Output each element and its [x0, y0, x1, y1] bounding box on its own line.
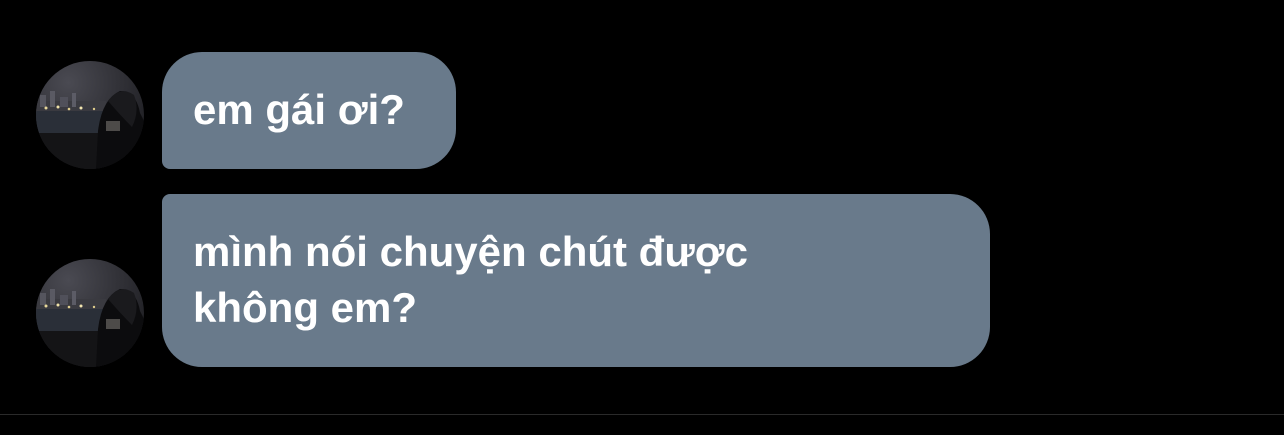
message-bubble[interactable]: em gái ơi? [162, 52, 456, 169]
message-text-line: không em? [193, 284, 418, 331]
contact-avatar-photo-icon [36, 61, 144, 169]
message-text-line: mình nói chuyện chút được [193, 228, 748, 275]
message-text-line: em gái ơi? [193, 86, 405, 133]
contact-avatar[interactable] [36, 259, 144, 367]
contact-avatar-photo-icon [36, 259, 144, 367]
message-bubble[interactable]: mình nói chuyện chút được không em? [162, 194, 990, 367]
bottom-bar [0, 415, 1284, 435]
chat-thread: em gái ơi? mình nói chuyện chút được khô… [0, 0, 1284, 414]
contact-avatar[interactable] [36, 61, 144, 169]
